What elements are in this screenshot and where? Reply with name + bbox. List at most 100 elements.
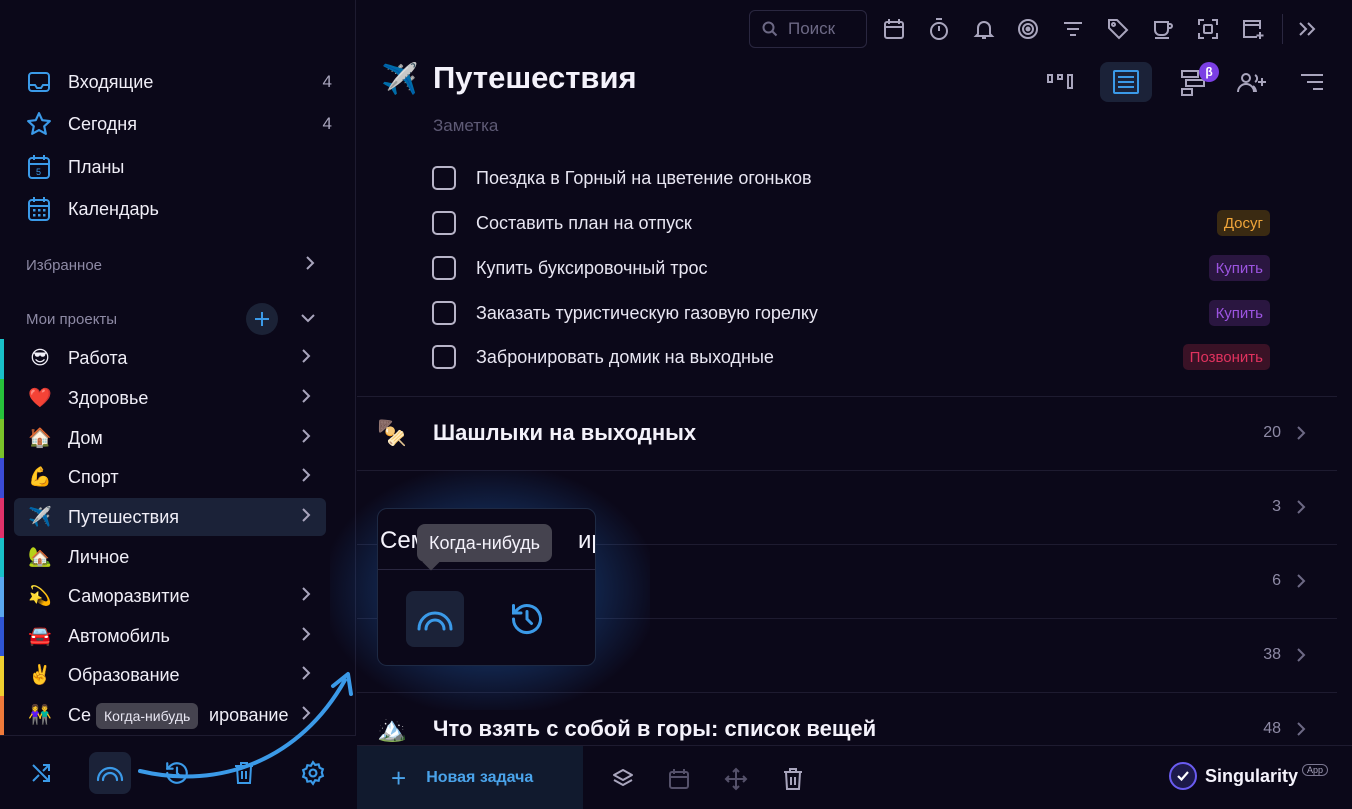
project-item[interactable]: 🏠 Дом: [0, 419, 326, 459]
project-label: Дом: [68, 427, 103, 448]
search-input[interactable]: Поиск: [749, 10, 867, 48]
chevron-down-icon[interactable]: [300, 311, 316, 328]
project-item[interactable]: ✌️ Образование: [0, 656, 326, 696]
task-tag[interactable]: Купить: [1208, 255, 1270, 281]
project-color-stripe: [0, 577, 4, 617]
nav-inbox-label: Входящие: [68, 71, 154, 92]
add-window-icon[interactable]: [1240, 16, 1266, 42]
trash-icon[interactable]: [780, 766, 806, 792]
trash-button[interactable]: [223, 752, 265, 794]
move-icon[interactable]: [723, 766, 749, 792]
task-checkbox[interactable]: [432, 256, 456, 280]
project-color-stripe: [0, 656, 4, 696]
project-item[interactable]: 💫 Саморазвитие: [0, 577, 326, 617]
task-checkbox[interactable]: [432, 166, 456, 190]
settings-button[interactable]: [292, 752, 334, 794]
project-emoji: ✈️: [381, 63, 419, 96]
layers-icon[interactable]: [610, 766, 636, 792]
filter-icon[interactable]: [1060, 16, 1086, 42]
task-row: Составить план на отпуск Досуг: [432, 208, 1270, 238]
tag-icon[interactable]: [1105, 16, 1131, 42]
task-title[interactable]: Забронировать домик на выходные: [476, 347, 774, 368]
task-tag[interactable]: Досуг: [1216, 210, 1270, 236]
chevron-right-icon[interactable]: [300, 705, 312, 726]
sort-button[interactable]: [1291, 62, 1333, 102]
project-label: Работа: [68, 347, 128, 368]
chevron-right-icon[interactable]: [300, 626, 312, 647]
project-item[interactable]: 🚘 Автомобиль: [0, 617, 326, 657]
chevron-right-icon[interactable]: [300, 665, 312, 686]
focus-icon[interactable]: [1015, 16, 1041, 42]
list-view-button[interactable]: [1100, 62, 1152, 102]
group-row[interactable]: 🏔️ Что взять с собой в горы: список веще…: [377, 709, 1307, 749]
task-row: Поездка в Горный на цветение огоньков: [432, 163, 1270, 193]
history-button[interactable]: [156, 752, 198, 794]
nav-today-count: 4: [322, 114, 332, 133]
group-count: 3: [1272, 498, 1281, 515]
plus-icon: [255, 312, 269, 326]
popup-title-right: ир: [578, 527, 595, 554]
chevron-right-icon: [1297, 648, 1306, 662]
new-task-button[interactable]: + Новая задача: [357, 746, 583, 809]
task-title[interactable]: Заказать туристическую газовую горелку: [476, 303, 818, 324]
add-project-button[interactable]: [246, 303, 278, 335]
nav-plans[interactable]: 5 Планы: [26, 150, 332, 184]
project-emoji: 💫: [28, 586, 52, 607]
chevron-right-icon[interactable]: [300, 507, 312, 528]
scan-icon[interactable]: [1195, 16, 1221, 42]
shuffle-button[interactable]: [20, 752, 62, 794]
project-item[interactable]: 🏡 Личное: [0, 538, 326, 578]
list-icon: [1113, 70, 1139, 94]
projects-label: Мои проекты: [26, 310, 118, 328]
cup-icon[interactable]: [1150, 16, 1176, 42]
nav-today[interactable]: Сегодня 4: [26, 107, 332, 141]
project-emoji: ✈️: [28, 507, 52, 528]
project-emoji: 👫: [28, 705, 52, 726]
timer-icon[interactable]: [926, 16, 952, 42]
task-title[interactable]: Составить план на отпуск: [476, 213, 692, 234]
task-tag[interactable]: Купить: [1208, 300, 1270, 326]
task-checkbox[interactable]: [432, 301, 456, 325]
group-emoji: 🏔️: [377, 715, 407, 743]
calendar-icon[interactable]: [666, 766, 692, 792]
chevron-right-icon[interactable]: [300, 348, 312, 369]
group-row[interactable]: 🍢 Шашлыки на выходных 20: [377, 413, 1307, 453]
nav-today-label: Сегодня: [68, 113, 137, 134]
someday-button-zoomed[interactable]: [406, 591, 464, 647]
chevron-right-icon[interactable]: [300, 467, 312, 488]
task-title[interactable]: Купить буксировочный трос: [476, 258, 708, 279]
task-tag[interactable]: Позвонить: [1182, 344, 1270, 370]
sidebar: Входящие 4 Сегодня 4 5 Планы Календарь И…: [0, 0, 356, 809]
project-emoji: 🚘: [28, 626, 52, 647]
someday-button[interactable]: [89, 752, 131, 794]
project-item[interactable]: ❤️ Здоровье: [0, 379, 326, 419]
task-title[interactable]: Поездка в Горный на цветение огоньков: [476, 168, 812, 189]
page-title[interactable]: Путешествия: [433, 60, 637, 96]
task-row: Забронировать домик на выходные Позвонит…: [432, 342, 1270, 372]
nav-inbox[interactable]: Входящие 4: [26, 65, 332, 99]
gear-icon: [301, 760, 325, 786]
chevron-right-icon[interactable]: [300, 428, 312, 449]
bell-icon[interactable]: [971, 16, 997, 42]
add-member-button[interactable]: [1231, 62, 1273, 102]
divider: [357, 396, 1337, 397]
calendar-icon[interactable]: [881, 16, 907, 42]
project-item[interactable]: 💪 Спорт: [0, 458, 326, 498]
history-icon: [166, 762, 188, 784]
chevrons-right-icon[interactable]: [1295, 16, 1321, 42]
task-checkbox[interactable]: [432, 211, 456, 235]
favorites-section[interactable]: Избранное: [26, 251, 316, 279]
project-emoji: 💪: [28, 467, 52, 488]
chevron-right-icon[interactable]: [300, 586, 312, 607]
nav-calendar[interactable]: Календарь: [26, 192, 332, 226]
history-button-zoomed[interactable]: [498, 591, 556, 647]
project-item[interactable]: 😎 Работа: [0, 339, 326, 379]
board-view-button[interactable]: [1039, 62, 1081, 102]
chevron-right-icon[interactable]: [300, 388, 312, 409]
project-item-active[interactable]: ✈️ Путешествия: [0, 498, 326, 538]
nav-calendar-label: Календарь: [68, 198, 159, 219]
svg-text:5: 5: [36, 167, 41, 177]
task-checkbox[interactable]: [432, 345, 456, 369]
project-label: Путешествия: [68, 506, 180, 527]
project-note[interactable]: Заметка: [433, 116, 498, 136]
